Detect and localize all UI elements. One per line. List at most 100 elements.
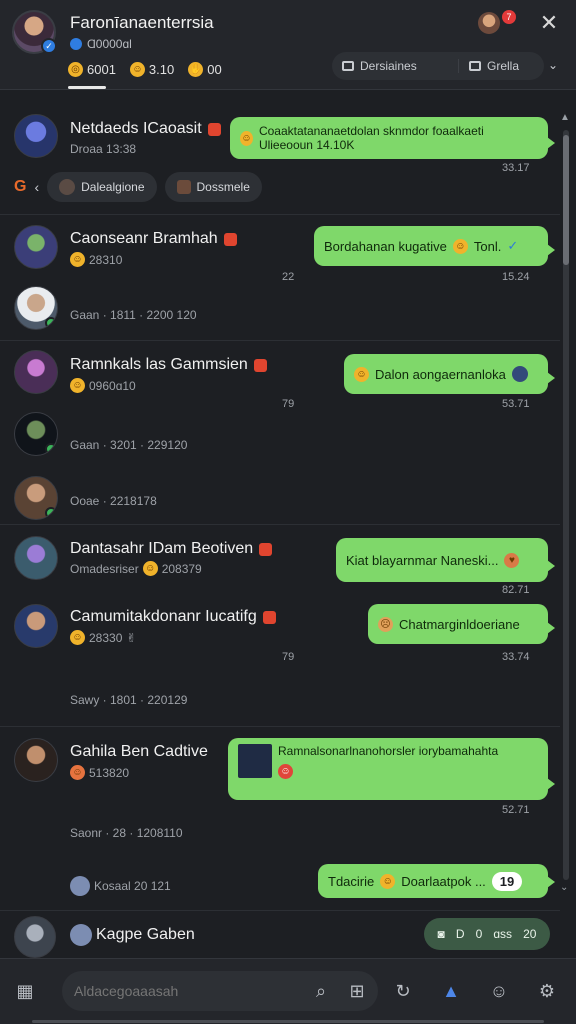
chat-name[interactable]: Caonseanr Bramhah — [70, 230, 237, 248]
settings-icon[interactable]: ⚙ — [534, 978, 560, 1004]
avatar[interactable] — [14, 412, 58, 456]
home-indicator — [32, 1020, 544, 1023]
avatar[interactable] — [14, 536, 58, 580]
chevron-down-icon[interactable]: ⌄ — [548, 58, 558, 72]
pill-right-label: Grella — [487, 59, 520, 73]
pill-item[interactable]: ɑss — [493, 927, 512, 941]
message-bubble[interactable]: ☺ Coaaktatananaetdolan sknmdor foaalkaet… — [230, 117, 555, 159]
pill-item[interactable]: 20 — [523, 927, 536, 941]
scroll-up-icon[interactable]: ▲ — [560, 112, 570, 123]
message-bubble[interactable]: Kiat blayarnmar Naneski... ♥ — [336, 538, 555, 582]
message-bubble[interactable]: Tdacirie ☺ Doarlaatpok ... 19 — [318, 864, 555, 898]
stat-gold[interactable]: ◎ 6001 — [68, 62, 116, 77]
emoji-icon: ☺ — [70, 765, 85, 780]
message-tail: Tonl. — [473, 238, 502, 254]
chat-meta-text: 513820 — [89, 765, 130, 780]
chat-meta-text: Omadesriser — [70, 561, 139, 576]
chat-name[interactable]: Ramnkals las Gammsien — [70, 356, 267, 374]
panel-icon — [469, 61, 481, 71]
emoji-icon: ☺ — [70, 252, 85, 267]
chat-meta: ☺ 513820 — [70, 765, 129, 780]
avatar[interactable] — [14, 114, 58, 158]
user-avatar[interactable] — [478, 12, 500, 34]
chat-meta: Kosaal 20 121 — [70, 876, 171, 896]
divider — [0, 726, 560, 727]
chat-meta: Gaan · 3201 · 229120 — [70, 438, 188, 452]
attach-icon[interactable]: ⊞ — [344, 978, 370, 1004]
emoji-icon: ☺ — [240, 130, 253, 146]
hand-icon: ✌ — [126, 630, 137, 645]
chat-name[interactable]: Camumitakdonanr Iucatifg — [70, 608, 276, 626]
chip-dalealgione[interactable]: Dalealgione — [47, 172, 157, 202]
stat-hand[interactable]: ✋ 00 — [188, 62, 222, 77]
message-text: Bordahanan kugative — [324, 238, 447, 254]
chat-name-text: Kagpe Gaben — [96, 926, 195, 943]
emoji-picker-icon[interactable]: ☺ — [486, 978, 512, 1004]
hand-icon: ✋ — [188, 62, 204, 77]
chat-name[interactable]: Dantasahr IDam Beotiven — [70, 540, 273, 558]
search-icon[interactable]: ⌕ — [308, 978, 334, 1004]
active-tab-indicator — [68, 86, 106, 89]
subtitle-text: Ɑ0000ɑl — [87, 37, 132, 51]
pill-option-right[interactable]: Grella — [458, 59, 519, 73]
chat-name-text: Caonseanr Bramhah — [70, 230, 218, 247]
read-check-icon: ✓ — [507, 238, 519, 253]
apps-icon[interactable]: ▦ — [12, 978, 38, 1004]
chat-name-text: Netdaeds ICaoasit — [70, 120, 202, 137]
avatar[interactable] — [14, 286, 58, 330]
alert-badge-icon — [207, 122, 221, 136]
scrollbar-thumb[interactable] — [563, 135, 569, 265]
quick-actions-pill[interactable]: ◙ D 0 ɑss 20 — [424, 918, 550, 950]
message-time: 33.74 — [502, 651, 530, 663]
message-time: 15.24 — [502, 271, 530, 283]
message-bubble[interactable]: ☺ Dalon aongaernanloka — [344, 354, 555, 394]
chat-name-text: Camumitakdonanr Iucatifg — [70, 608, 257, 625]
back-icon[interactable]: ‹ — [34, 179, 39, 195]
divider — [0, 214, 560, 215]
emoji-icon: ☺ — [142, 561, 158, 576]
avatar[interactable] — [14, 476, 58, 520]
header-toggle-pill: Dersiaines Grella — [332, 52, 544, 80]
chat-name[interactable]: Netdaeds ICaoasit — [70, 120, 221, 138]
message-bubble[interactable]: Ramnalsonarlnanohorsler iorybamahahta ☺ — [228, 738, 555, 800]
sticker-icon — [511, 366, 528, 382]
chip-row: G ‹ Dalealgione Dossmele — [14, 172, 262, 202]
avatar[interactable] — [14, 916, 56, 958]
g-logo-icon[interactable]: G — [14, 178, 26, 196]
chat-name[interactable]: Kagpe Gaben — [70, 924, 195, 946]
camera-icon[interactable]: ◙ — [438, 927, 445, 941]
message-count: 79 — [282, 398, 295, 410]
message-bubble[interactable]: Bordahanan kugative ☺ Tonl. ✓ — [314, 226, 555, 266]
chat-meta-text: Kosaal 20 121 — [94, 879, 171, 893]
composer-bar: ▦ ⌕ ⊞ ↻ ▲ ☺ ⚙ — [0, 958, 576, 1024]
chat-name[interactable]: Gahila Ben Cadtive — [70, 743, 208, 761]
refresh-icon[interactable]: ↻ — [390, 978, 416, 1004]
online-status-icon — [45, 443, 57, 455]
scroll-down-icon[interactable]: ⌄ — [560, 882, 568, 893]
message-count: 79 — [282, 651, 295, 663]
page-title: Faronīanaenterrsia — [70, 13, 214, 32]
emoji-icon: ☺ — [354, 366, 369, 382]
message-text: Ramnalsonarlnanohorsler iorybamahahta — [278, 744, 499, 758]
stat-smile[interactable]: ☺ 3.10 — [129, 62, 174, 77]
pill-option-left[interactable]: Dersiaines — [332, 59, 458, 73]
message-text: Tdacirie — [328, 873, 375, 889]
chip-dossmele[interactable]: Dossmele — [164, 172, 262, 202]
header-subtitle: Ɑ0000ɑl — [70, 37, 132, 51]
alert-badge-icon — [223, 232, 237, 246]
image-thumbnail[interactable] — [238, 744, 272, 778]
avatar[interactable] — [14, 350, 58, 394]
pill-item[interactable]: 0 — [476, 927, 483, 941]
up-arrow-icon[interactable]: ▲ — [438, 978, 464, 1004]
pill-left-label: Dersiaines — [360, 59, 417, 73]
avatar[interactable] — [14, 738, 58, 782]
profile-avatar[interactable]: ✓ — [12, 10, 57, 54]
avatar[interactable] — [14, 604, 58, 648]
smile-icon: ☺ — [129, 62, 145, 77]
message-tail: Doarlaatpok ... — [401, 873, 486, 889]
close-button[interactable]: ✕ — [536, 10, 562, 36]
chat-meta: Sawy · 1801 · 220129 — [70, 693, 188, 707]
avatar[interactable] — [14, 225, 58, 269]
message-bubble[interactable]: ☹ Chatmarginldoeriane — [368, 604, 555, 644]
pill-item[interactable]: D — [456, 927, 465, 941]
